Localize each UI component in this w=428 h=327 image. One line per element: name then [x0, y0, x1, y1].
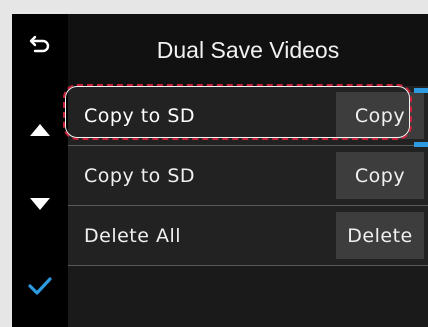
page-title: Dual Save Videos	[68, 14, 428, 86]
copy-button[interactable]: Copy	[336, 92, 424, 139]
delete-button[interactable]: Delete	[336, 212, 424, 259]
up-triangle-icon	[30, 124, 50, 136]
scroll-up-button[interactable]	[12, 112, 68, 148]
row-label: Copy to SD	[84, 104, 196, 127]
checkmark-icon	[28, 277, 52, 295]
row-label: Copy to SD	[84, 164, 196, 187]
menu-list: Copy to SD Copy Copy to SD Copy Delete A…	[68, 86, 428, 266]
list-item[interactable]: Delete All Delete	[68, 206, 428, 266]
menu-panel: Dual Save Videos Copy to SD Copy Copy to…	[68, 14, 428, 327]
back-button[interactable]	[12, 24, 68, 64]
scroll-down-button[interactable]	[12, 186, 68, 222]
scroll-indicator	[414, 142, 428, 147]
back-arrow-icon	[29, 35, 50, 53]
copy-button[interactable]: Copy	[336, 152, 424, 199]
side-button-bar	[12, 14, 68, 327]
down-triangle-icon	[30, 198, 50, 210]
row-label: Delete All	[84, 224, 182, 247]
list-item[interactable]: Copy to SD Copy	[68, 146, 428, 206]
camera-screen: Dual Save Videos Copy to SD Copy Copy to…	[12, 14, 428, 327]
list-item[interactable]: Copy to SD Copy	[68, 86, 428, 146]
scroll-indicator	[414, 88, 428, 93]
confirm-button[interactable]	[12, 264, 68, 308]
